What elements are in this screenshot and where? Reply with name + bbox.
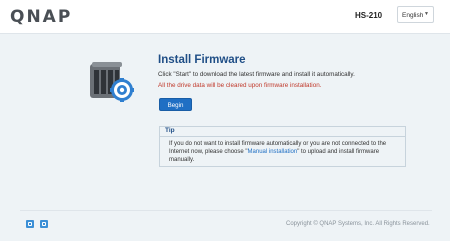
manual-installation-link[interactable]: Manual installation <box>248 149 298 155</box>
tip-text: If you do not want to install firmware a… <box>169 140 399 164</box>
copyright-text: Copyright © QNAP Systems, Inc. All Right… <box>286 221 430 227</box>
begin-button[interactable]: Begin <box>159 98 192 111</box>
tip-divider <box>160 136 405 137</box>
app-icon[interactable] <box>40 220 48 228</box>
chevron-down-icon: ▼ <box>424 11 429 17</box>
qnap-logo: QNAP <box>10 7 73 27</box>
top-bar: QNAP HS-210 English ▼ <box>0 0 450 34</box>
tip-box: Tip If you do not want to install firmwa… <box>159 126 406 167</box>
tip-label: Tip <box>165 127 175 134</box>
page-title: Install Firmware <box>158 54 246 66</box>
model-name: HS-210 <box>355 11 383 20</box>
app-icon[interactable] <box>26 220 34 228</box>
language-select[interactable]: English ▼ <box>397 6 434 23</box>
nas-device-icon <box>88 58 138 108</box>
warning-text: All the drive data will be cleared upon … <box>158 82 322 89</box>
footer-divider <box>20 210 432 211</box>
description-text: Click "Start" to download the latest fir… <box>158 71 355 78</box>
language-label: English <box>402 12 424 19</box>
